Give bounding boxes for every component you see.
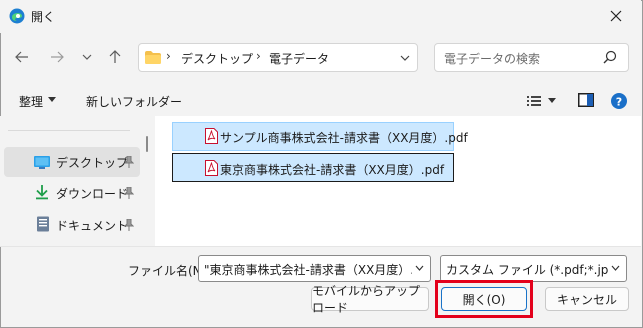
highlight-box — [435, 280, 533, 318]
nav-item-label: デスクトップ — [56, 156, 129, 170]
pin-icon — [124, 219, 134, 231]
preview-pane-icon[interactable] — [578, 93, 594, 107]
divider — [0, 246, 641, 247]
nav-item-label[interactable]: ダウンロード — [56, 185, 128, 202]
divider — [8, 130, 130, 131]
window-title: 開く — [31, 10, 56, 24]
arrow-up-icon — [109, 50, 121, 63]
breadcrumb-desktop[interactable]: デスクトップ — [181, 50, 253, 67]
arrow-left-icon — [15, 51, 28, 63]
folder-icon — [145, 51, 161, 64]
help-icon[interactable]: ? — [611, 93, 627, 109]
desktop-icon — [34, 156, 50, 169]
cancel-button[interactable]: キャンセル — [545, 287, 629, 311]
scrollbar-thumb[interactable] — [146, 136, 148, 152]
search-placeholder[interactable]: 電子データの検索 — [444, 50, 540, 67]
pdf-icon — [205, 160, 218, 176]
upload-from-mobile-button[interactable]: モバイルからアップロード — [311, 284, 429, 315]
caret-down-icon[interactable] — [548, 98, 556, 104]
chevron-down-icon[interactable] — [415, 265, 424, 271]
chevron-down-icon — [82, 54, 92, 60]
file-name: 東京商事株式会社-請求書（XX月度）.pdf — [220, 163, 445, 177]
title-bar — [0, 0, 641, 33]
chevron-down-icon[interactable] — [611, 265, 620, 271]
new-folder-button[interactable]: 新しいフォルダー — [86, 93, 182, 110]
file-name: サンプル商事株式会社-請求書（XX月度）.pdf — [220, 131, 468, 145]
edge-browser-icon — [9, 8, 25, 24]
pin-icon — [124, 156, 134, 168]
forward-button[interactable] — [43, 43, 71, 71]
arrow-right-icon — [51, 51, 64, 63]
recent-locations-button[interactable] — [73, 43, 101, 71]
back-button[interactable] — [8, 43, 36, 71]
close-button[interactable] — [597, 4, 635, 28]
close-icon — [610, 10, 622, 22]
breadcrumb-separator: › — [166, 49, 171, 63]
up-button[interactable] — [101, 43, 129, 71]
chevron-down-icon[interactable] — [399, 52, 411, 64]
organize-menu-button[interactable]: 整理 — [19, 93, 43, 110]
filename-value[interactable]: "東京商事株式会社-請求書（XX月度）.pdf" "サンプル商事株式会社-請求書… — [204, 261, 412, 278]
document-icon — [37, 216, 49, 232]
breadcrumb-separator: › — [256, 49, 261, 63]
pdf-icon — [205, 128, 218, 144]
pin-icon — [124, 187, 134, 199]
download-icon — [36, 185, 48, 200]
search-icon — [603, 50, 617, 64]
caret-down-icon — [48, 97, 56, 102]
svg-text:?: ? — [616, 95, 622, 108]
list-view-icon[interactable] — [527, 95, 541, 107]
filetype-value[interactable]: カスタム ファイル (*.pdf;*.jpg;*.jpeg;*.png) — [446, 261, 609, 278]
nav-item-label[interactable]: ドキュメント — [56, 217, 128, 234]
breadcrumb-current-folder[interactable]: 電子データ — [269, 50, 329, 67]
